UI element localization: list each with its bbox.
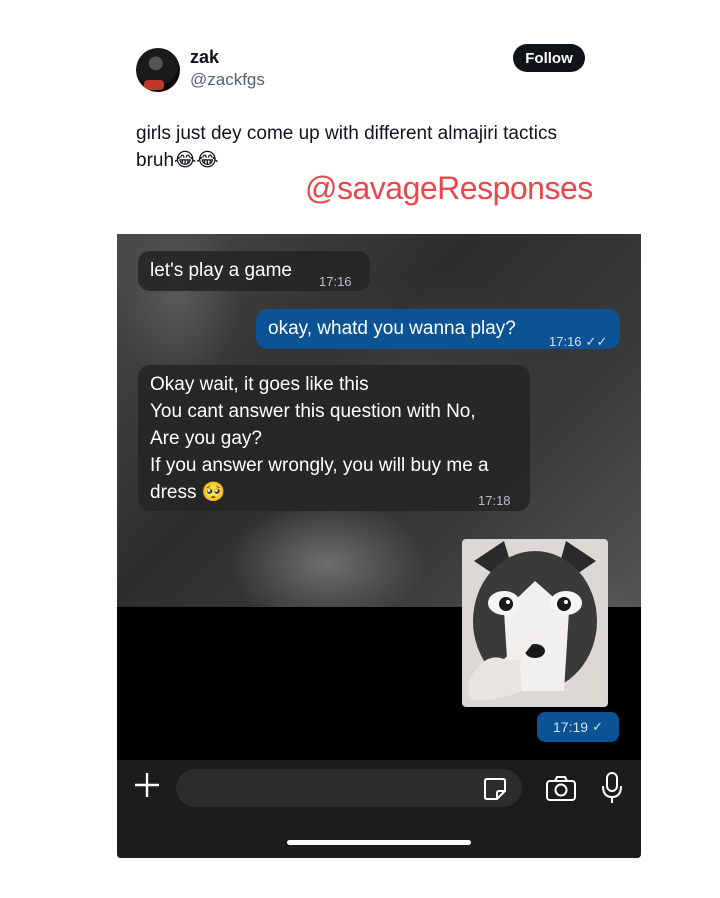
chat-screenshot: let's play a game 17:16 okay, whatd you … — [117, 234, 641, 858]
watermark: @savageResponses — [305, 170, 593, 206]
tweet-text-line: girls just dey come up with different al… — [136, 123, 557, 144]
user-handle[interactable]: @zackfgs — [190, 70, 265, 90]
message-time-status: 17:16 ✓✓ — [549, 328, 607, 355]
husky-sticker — [464, 541, 606, 705]
message-line: If you answer wrongly, you will buy me a — [150, 455, 489, 476]
follow-button[interactable]: Follow — [513, 44, 585, 72]
message-line: Okay wait, it goes like this — [150, 374, 369, 395]
message-bubble-outgoing[interactable]: okay, whatd you wanna play? 17:16 ✓✓ — [256, 309, 620, 349]
avatar[interactable] — [136, 48, 180, 92]
message-line: Are you gay? — [150, 428, 262, 449]
mic-icon[interactable] — [601, 771, 623, 810]
message-bubble-incoming[interactable]: Okay wait, it goes like this You cant an… — [138, 365, 530, 511]
display-name[interactable]: zak — [190, 47, 219, 68]
double-check-icon: ✓✓ — [585, 334, 608, 349]
check-icon: ✓ — [592, 719, 603, 734]
message-input[interactable] — [176, 769, 522, 807]
message-time: 17:16 — [549, 334, 582, 349]
camera-icon[interactable] — [545, 774, 577, 807]
message-time: 17:16 — [319, 274, 352, 289]
plus-icon[interactable] — [133, 770, 161, 806]
home-indicator[interactable] — [287, 840, 471, 845]
message-text: let's play a game — [150, 260, 292, 281]
message-bubble-incoming[interactable]: let's play a game 17:16 — [138, 251, 370, 291]
husky-sticker-image[interactable] — [462, 539, 608, 707]
message-line: dress 🥺 — [150, 482, 226, 503]
sticker-icon[interactable] — [482, 776, 508, 807]
tweet-text: girls just dey come up with different al… — [136, 120, 616, 174]
message-text: Okay wait, it goes like this You cant an… — [150, 371, 489, 506]
message-text: okay, whatd you wanna play? — [268, 318, 516, 339]
image-time-status: 17:19 ✓ — [537, 712, 619, 742]
message-line: You cant answer this question with No, — [150, 401, 476, 422]
message-time: 17:19 — [553, 719, 589, 735]
message-time: 17:18 — [478, 493, 511, 508]
